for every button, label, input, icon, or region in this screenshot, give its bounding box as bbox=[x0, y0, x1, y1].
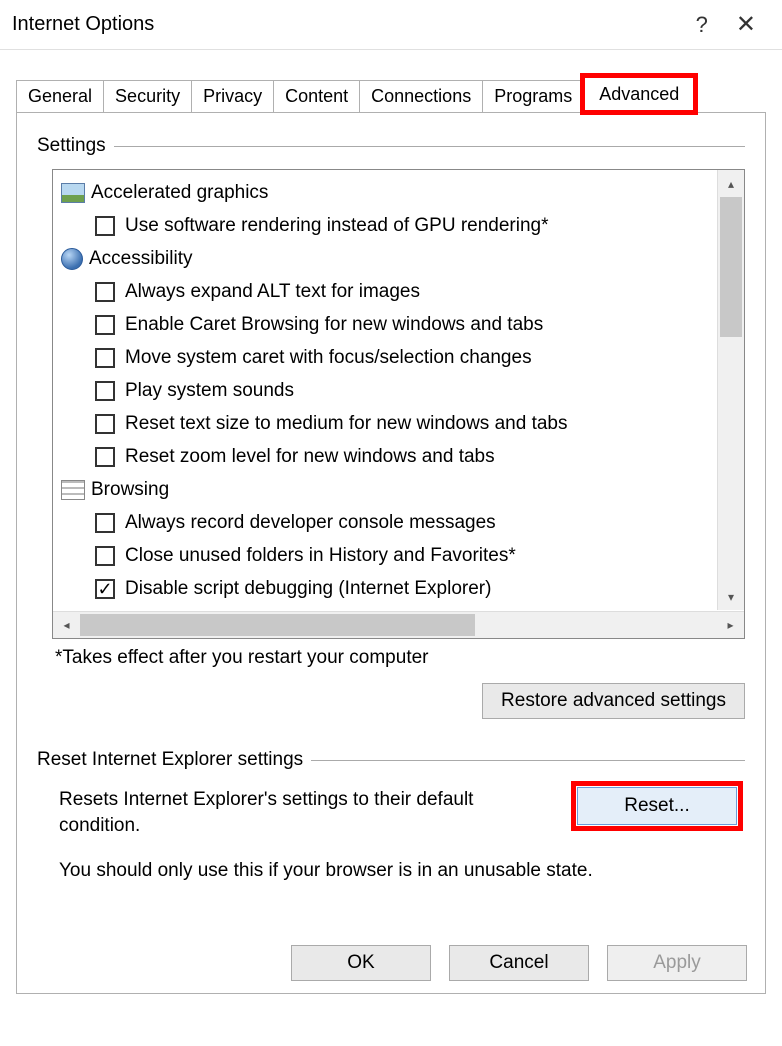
tree-category-label: Accelerated graphics bbox=[91, 182, 268, 204]
vertical-scrollbar[interactable]: ▴ ▾ bbox=[717, 170, 744, 610]
tree-item-label: Use software rendering instead of GPU re… bbox=[125, 215, 549, 237]
reset-description: Resets Internet Explorer's settings to t… bbox=[59, 787, 551, 838]
checkbox[interactable] bbox=[95, 282, 115, 302]
checkbox[interactable]: ✓ bbox=[95, 579, 115, 599]
checkbox[interactable] bbox=[95, 414, 115, 434]
tree-item[interactable]: ✓ Disable script debugging (Internet Expl… bbox=[61, 572, 716, 605]
tree-item-label: Always expand ALT text for images bbox=[125, 281, 420, 303]
tree-item[interactable]: Close unused folders in History and Favo… bbox=[61, 539, 716, 572]
tree-item[interactable]: Always expand ALT text for images bbox=[61, 275, 716, 308]
tree-item[interactable]: Enable Caret Browsing for new windows an… bbox=[61, 308, 716, 341]
tree-category: Browsing bbox=[61, 473, 716, 506]
checkbox[interactable] bbox=[95, 216, 115, 236]
tree-item[interactable]: Use software rendering instead of GPU re… bbox=[61, 209, 716, 242]
tree-category-label: Accessibility bbox=[89, 248, 192, 270]
checkbox[interactable] bbox=[95, 381, 115, 401]
scroll-down-icon[interactable]: ▾ bbox=[718, 583, 744, 610]
checkbox[interactable] bbox=[95, 315, 115, 335]
tree-item-label: Disable script debugging (Internet Explo… bbox=[125, 578, 491, 600]
checkbox[interactable] bbox=[95, 513, 115, 533]
restart-footnote: *Takes effect after you restart your com… bbox=[55, 647, 745, 669]
tree-item[interactable]: Move system caret with focus/selection c… bbox=[61, 341, 716, 374]
tree-item[interactable]: Always record developer console messages bbox=[61, 506, 716, 539]
dialog-button-row: OK Cancel Apply bbox=[291, 945, 747, 981]
tab-content[interactable]: Content bbox=[273, 80, 360, 112]
settings-group: Settings Accelerated graphics Use softwar… bbox=[37, 135, 745, 719]
tree-item-label: Play system sounds bbox=[125, 380, 294, 402]
restore-advanced-button[interactable]: Restore advanced settings bbox=[482, 683, 745, 719]
tab-advanced[interactable]: Advanced bbox=[583, 76, 695, 112]
apply-button[interactable]: Apply bbox=[607, 945, 747, 981]
tab-row: General Security Privacy Content Connect… bbox=[16, 74, 766, 112]
tree-item-label: Enable Caret Browsing for new windows an… bbox=[125, 314, 543, 336]
scroll-left-icon[interactable]: ◂ bbox=[53, 612, 80, 639]
checkbox[interactable] bbox=[95, 348, 115, 368]
tab-privacy[interactable]: Privacy bbox=[191, 80, 274, 112]
tree-category-label: Browsing bbox=[91, 479, 169, 501]
tree-item-label: Reset zoom level for new windows and tab… bbox=[125, 446, 495, 468]
reset-button[interactable]: Reset... bbox=[577, 787, 737, 825]
tree-item-label: Move system caret with focus/selection c… bbox=[125, 347, 532, 369]
tree-item[interactable]: Play system sounds bbox=[61, 374, 716, 407]
reset-group-label: Reset Internet Explorer settings bbox=[37, 749, 311, 771]
divider bbox=[114, 146, 745, 147]
tree-item[interactable]: ✓Disable script debugging (Other) bbox=[61, 605, 716, 610]
monitor-icon bbox=[61, 183, 85, 203]
help-button[interactable]: ? bbox=[696, 12, 708, 38]
tab-connections[interactable]: Connections bbox=[359, 80, 483, 112]
tree-item[interactable]: Reset text size to medium for new window… bbox=[61, 407, 716, 440]
cancel-button[interactable]: Cancel bbox=[449, 945, 589, 981]
ok-button[interactable]: OK bbox=[291, 945, 431, 981]
reset-warning: You should only use this if your browser… bbox=[59, 860, 743, 882]
divider bbox=[311, 760, 745, 761]
tab-panel-advanced: Settings Accelerated graphics Use softwar… bbox=[16, 112, 766, 994]
horizontal-scroll-thumb[interactable] bbox=[80, 614, 475, 636]
reset-group: Reset Internet Explorer settings Resets … bbox=[37, 749, 745, 882]
tree-category: Accessibility bbox=[61, 242, 716, 275]
scroll-right-icon[interactable]: ▸ bbox=[717, 612, 744, 639]
tab-programs[interactable]: Programs bbox=[482, 80, 584, 112]
close-button[interactable]: ✕ bbox=[736, 10, 756, 39]
tree-item-label: Always record developer console messages bbox=[125, 512, 496, 534]
scroll-up-icon[interactable]: ▴ bbox=[718, 170, 744, 197]
tree-category: Accelerated graphics bbox=[61, 176, 716, 209]
titlebar-buttons: ? ✕ bbox=[696, 10, 774, 39]
tree-item-label: Close unused folders in History and Favo… bbox=[125, 545, 516, 567]
vertical-scroll-thumb[interactable] bbox=[720, 197, 742, 337]
tab-general[interactable]: General bbox=[16, 80, 104, 112]
settings-tree[interactable]: Accelerated graphics Use software renderi… bbox=[52, 169, 745, 639]
accessibility-icon bbox=[61, 248, 83, 270]
tree-item[interactable]: Reset zoom level for new windows and tab… bbox=[61, 440, 716, 473]
tab-security[interactable]: Security bbox=[103, 80, 192, 112]
checkbox[interactable] bbox=[95, 546, 115, 566]
browsing-icon bbox=[61, 480, 85, 500]
horizontal-scrollbar[interactable]: ◂ ▸ bbox=[53, 611, 744, 638]
window-title: Internet Options bbox=[8, 13, 696, 36]
settings-group-label: Settings bbox=[37, 135, 114, 157]
titlebar: Internet Options ? ✕ bbox=[0, 0, 782, 50]
checkbox[interactable] bbox=[95, 447, 115, 467]
tree-item-label: Reset text size to medium for new window… bbox=[125, 413, 567, 435]
